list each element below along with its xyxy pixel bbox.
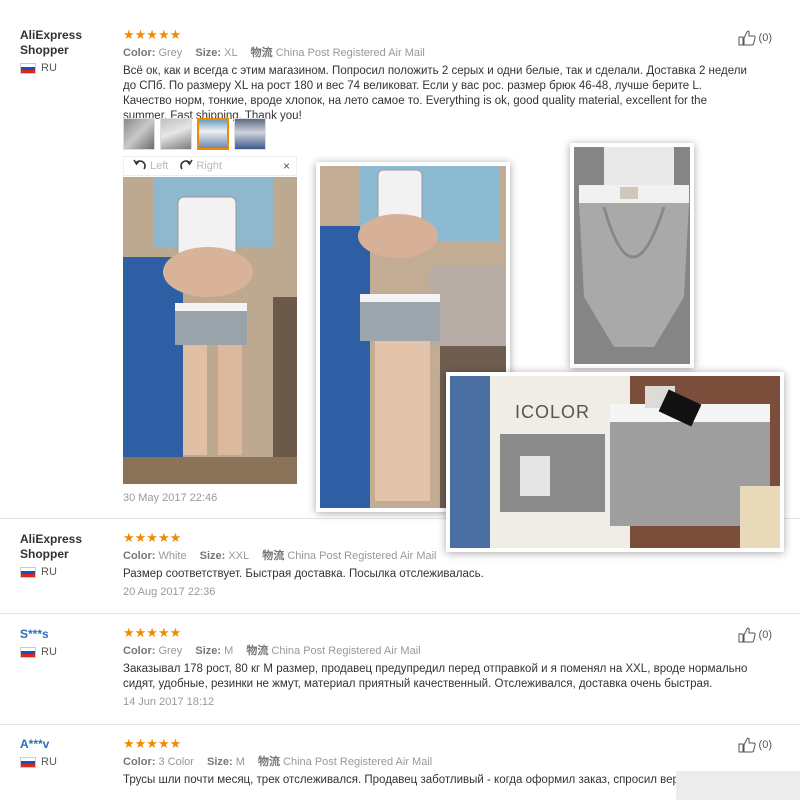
review-photo-briefs[interactable] <box>570 143 694 368</box>
size-label: Size: <box>206 756 233 768</box>
star-rating: ★★★★★ <box>123 625 182 640</box>
bottom-overlay <box>676 771 800 800</box>
color-label: Color: <box>123 645 156 657</box>
helpful-button[interactable]: (0) <box>738 30 772 46</box>
reviewer-name[interactable]: A***v <box>20 737 115 752</box>
review-date: 30 May 2017 22:46 <box>123 492 218 504</box>
reviewer-name[interactable]: S***s <box>20 627 115 642</box>
color-label: Color: <box>123 47 156 59</box>
reviewer-info: AliExpress Shopper RU <box>20 28 115 74</box>
review-content: ★★★★★ Color: Grey Size: M 物流 China Post … <box>123 625 773 708</box>
size-label: Size: <box>199 550 226 562</box>
shipping-value: China Post Registered Air Mail <box>283 756 433 768</box>
rotate-right-label: Right <box>196 160 223 172</box>
russia-flag-icon <box>20 756 36 768</box>
star-rating: ★★★★★ <box>123 530 182 545</box>
star-rating: ★★★★★ <box>123 27 182 42</box>
size-value: M <box>224 645 234 657</box>
reviewer-info: AliExpress Shopper RU <box>20 532 115 578</box>
review-meta: Color: 3 Color Size: M 物流 China Post Reg… <box>123 755 773 769</box>
review-meta: Color: White Size: XXL 物流 China Post Reg… <box>123 549 773 563</box>
photo-thumbnail-active[interactable] <box>197 118 229 150</box>
rotate-right-icon <box>180 159 194 170</box>
color-value: Grey <box>158 645 183 657</box>
review-content: ★★★★★ Color: Grey Size: XL 物流 China Post… <box>123 27 773 124</box>
box-brand-text: ICOLOR <box>515 402 590 422</box>
rotate-right-button[interactable]: Right <box>178 159 222 173</box>
reviewer-name: AliExpress Shopper <box>20 28 83 57</box>
thumbs-up-icon <box>738 737 756 753</box>
rotate-left-icon <box>133 159 146 170</box>
review-meta: Color: Grey Size: M 物流 China Post Regist… <box>123 644 773 658</box>
helpful-count: (0) <box>758 32 772 44</box>
photo-thumbnail[interactable] <box>160 118 192 150</box>
size-value: XXL <box>228 550 250 562</box>
color-label: Color: <box>123 550 156 562</box>
country-code: RU <box>41 646 57 658</box>
rotate-left-button[interactable]: Left <box>132 159 168 173</box>
review-2: AliExpress Shopper RU ★★★★★ Color: White… <box>0 519 800 614</box>
review-date: 20 Aug 2017 22:36 <box>123 586 216 598</box>
photo-viewer-toolbar: Left Right × <box>123 156 297 176</box>
photo-illustration <box>123 177 297 484</box>
size-label: Size: <box>195 645 222 657</box>
review-text: Размер соответствует. Быстрая доставка. … <box>123 568 484 580</box>
shipping-label: 物流 <box>246 645 269 657</box>
thumbs-up-icon <box>738 627 756 643</box>
review-3: S***s RU ★★★★★ Color: Grey Size: M 物流 Ch… <box>0 614 800 725</box>
close-icon[interactable]: × <box>283 159 290 173</box>
shipping-label: 物流 <box>250 47 273 59</box>
review-text: Всё ок, как и всегда с этим магазином. П… <box>123 65 747 122</box>
review-date: 14 Jun 2017 18:12 <box>123 696 215 708</box>
photo-illustration <box>574 147 690 364</box>
helpful-count: (0) <box>758 739 772 751</box>
reviewer-name: AliExpress Shopper <box>20 532 83 561</box>
russia-flag-icon <box>20 566 36 578</box>
helpful-count: (0) <box>758 629 772 641</box>
color-value: 3 Color <box>158 756 194 768</box>
helpful-button[interactable]: (0) <box>738 627 772 643</box>
reviewer-info: A***v RU <box>20 737 115 768</box>
review-meta: Color: Grey Size: XL 物流 China Post Regis… <box>123 46 773 60</box>
color-label: Color: <box>123 756 156 768</box>
thumbs-up-icon <box>738 30 756 46</box>
size-label: Size: <box>195 47 222 59</box>
photo-thumbnail[interactable] <box>123 118 155 150</box>
shipping-value: China Post Registered Air Mail <box>275 47 425 59</box>
review-text: Заказывал 178 рост, 80 кг М размер, прод… <box>123 663 748 690</box>
reviewer-country: RU <box>20 646 115 658</box>
country-code: RU <box>41 756 57 768</box>
shipping-value: China Post Registered Air Mail <box>271 645 421 657</box>
photo-thumbnails <box>123 118 266 150</box>
russia-flag-icon <box>20 646 36 658</box>
photo-thumbnail[interactable] <box>234 118 266 150</box>
reviewer-country: RU <box>20 756 115 768</box>
helpful-button[interactable]: (0) <box>738 737 772 753</box>
color-value: Grey <box>158 47 183 59</box>
country-code: RU <box>41 566 57 578</box>
shipping-label: 物流 <box>257 756 280 768</box>
reviewer-country: RU <box>20 62 115 74</box>
shipping-value: China Post Registered Air Mail <box>287 550 437 562</box>
reviewer-country: RU <box>20 566 115 578</box>
russia-flag-icon <box>20 62 36 74</box>
shipping-label: 物流 <box>262 550 285 562</box>
size-value: XL <box>224 47 238 59</box>
review-photo-mirror-1[interactable] <box>123 177 297 484</box>
reviewer-info: S***s RU <box>20 627 115 658</box>
star-rating: ★★★★★ <box>123 736 182 751</box>
size-value: M <box>235 756 245 768</box>
country-code: RU <box>41 62 57 74</box>
rotate-left-label: Left <box>150 160 169 172</box>
review-content: ★★★★★ Color: White Size: XXL 物流 China Po… <box>123 530 773 598</box>
color-value: White <box>158 550 187 562</box>
